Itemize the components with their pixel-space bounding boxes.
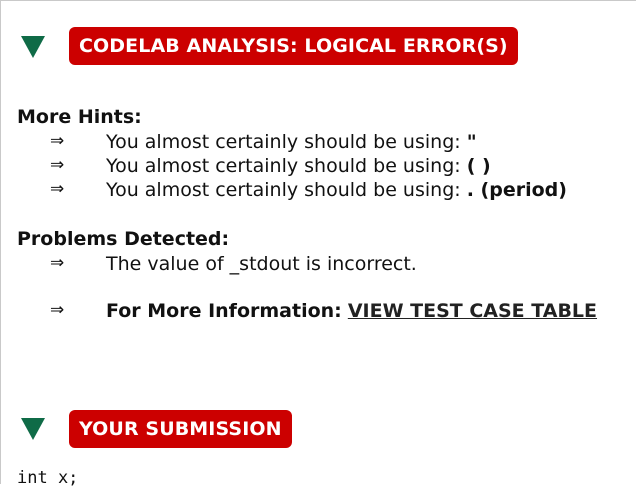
hint-code: " xyxy=(466,131,477,153)
submission-banner: YOUR SUBMISSION xyxy=(69,410,292,448)
hint-code: . (period) xyxy=(466,179,567,201)
hint-text: You almost certainly should be using: xyxy=(106,179,467,201)
double-right-arrow-icon: ⇒ xyxy=(50,179,65,199)
collapse-submission-triangle-icon[interactable] xyxy=(20,416,46,442)
submission-code-line: int x; xyxy=(17,468,79,488)
hint-text: You almost certainly should be using: xyxy=(106,155,467,177)
hint-code: ( ) xyxy=(466,155,491,177)
double-right-arrow-icon: ⇒ xyxy=(50,131,65,151)
double-right-arrow-icon: ⇒ xyxy=(50,253,65,273)
double-right-arrow-icon: ⇒ xyxy=(50,155,65,175)
double-right-arrow-icon: ⇒ xyxy=(50,300,65,320)
analysis-banner: CODELAB ANALYSIS: LOGICAL ERROR(S) xyxy=(69,27,518,65)
problem-text: The value of _stdout is incorrect. xyxy=(106,253,417,275)
more-hints-heading: More Hints: xyxy=(17,106,142,128)
hint-text: You almost certainly should be using: xyxy=(106,131,467,153)
more-info-label: For More Information: xyxy=(106,300,342,322)
view-test-case-table-link[interactable]: VIEW TEST CASE TABLE xyxy=(348,300,597,322)
problems-heading: Problems Detected: xyxy=(17,228,230,250)
collapse-analysis-triangle-icon[interactable] xyxy=(20,34,46,60)
